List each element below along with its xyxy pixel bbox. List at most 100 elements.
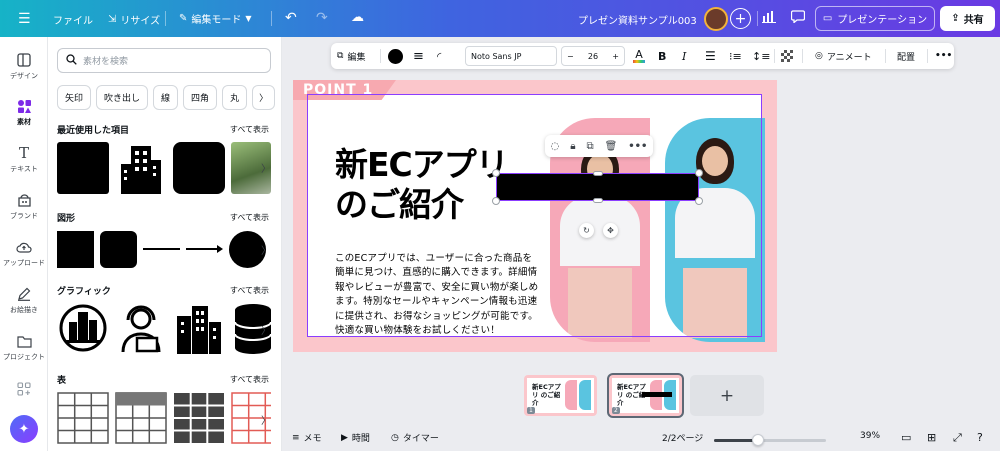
font-size-decrease[interactable]: − <box>567 52 574 61</box>
font-size-value[interactable]: 26 <box>588 52 598 61</box>
table-template-dark[interactable] <box>173 392 225 444</box>
zoom-slider-knob[interactable] <box>752 434 764 446</box>
resize-handle-top[interactable] <box>593 171 603 176</box>
graphic-city-circle[interactable] <box>57 302 109 354</box>
document-title[interactable]: プレゼン資料サンプル003 <box>578 12 697 27</box>
transparency-icon[interactable] <box>781 43 793 69</box>
animate-button[interactable]: ◎ アニメート <box>815 43 872 69</box>
notes-view-icon[interactable]: ▭ <box>901 431 911 444</box>
resize-menu[interactable]: ⇲ リサイズ <box>108 12 160 27</box>
undo-icon[interactable]: ↶ <box>285 10 297 26</box>
chip-square[interactable]: 四角 <box>183 85 218 110</box>
search-input[interactable]: 素材を検索 <box>57 48 271 73</box>
layout-icon <box>15 52 33 68</box>
chip-speech-bubble[interactable]: 吹き出し <box>96 85 149 110</box>
rail-item-draw[interactable]: お絵描き <box>0 286 48 315</box>
redo-icon[interactable]: ↷ <box>316 10 328 26</box>
bold-icon[interactable]: B <box>658 43 666 69</box>
recent-item-square[interactable] <box>57 142 109 194</box>
rail-item-design[interactable]: デザイン <box>0 52 48 81</box>
section-title-shapes: 図形 <box>57 214 76 224</box>
shape-square[interactable] <box>57 230 94 268</box>
add-page-button[interactable]: + <box>690 375 764 416</box>
rail-item-upload[interactable]: アップロード <box>0 239 48 268</box>
chevron-right-icon[interactable]: 〉 <box>261 160 271 175</box>
zoom-slider[interactable] <box>714 434 826 446</box>
shape-line[interactable] <box>143 248 180 250</box>
more-icon[interactable]: ••• <box>628 141 647 152</box>
comment-icon[interactable] <box>791 10 805 23</box>
trash-icon[interactable]: 🗑︎ <box>605 141 618 152</box>
rail-item-projects[interactable]: プロジェクト <box>0 333 48 362</box>
shape-rounded-square[interactable] <box>100 230 137 268</box>
help-icon[interactable]: ? <box>977 431 983 444</box>
grid-view-icon[interactable]: ⊞ <box>927 431 936 444</box>
border-style-icon[interactable]: ≡ <box>413 43 424 69</box>
line-spacing-icon[interactable]: ↕≡ <box>752 43 770 69</box>
graphic-headset-person[interactable] <box>115 302 167 354</box>
edit-mode-dropdown[interactable]: ✎ 編集モード ▼ <box>179 11 252 26</box>
lock-icon[interactable]: 🔒︎ <box>570 141 575 152</box>
corner-rounding-icon[interactable]: ◜ <box>437 43 441 69</box>
rail-item-elements[interactable]: 素材 <box>0 98 48 127</box>
table-template-header[interactable] <box>115 392 167 444</box>
see-all-shapes[interactable]: すべて表示 <box>230 212 269 223</box>
edit-button[interactable]: ⧉ 編集 <box>337 43 365 69</box>
chevron-right-icon[interactable]: 〉 <box>261 242 271 257</box>
avatar[interactable] <box>704 7 728 31</box>
text-align-center-icon[interactable]: ☰ <box>705 43 716 69</box>
comment-add-icon[interactable]: ◌ <box>550 141 559 152</box>
italic-icon[interactable]: I <box>682 43 686 69</box>
rail-item-brand[interactable]: ブランド <box>0 192 48 221</box>
page-thumbnail-1[interactable]: 新ECアプリ のご紹介 1 <box>524 375 597 416</box>
rotate-icon[interactable]: ↻ <box>579 223 594 238</box>
animate-label: アニメート <box>826 52 872 63</box>
resize-handle-bl[interactable] <box>492 197 500 205</box>
shape-arrow-line[interactable] <box>186 244 223 254</box>
chip-line[interactable]: 線 <box>153 85 179 110</box>
duplicate-icon[interactable]: ⧉ <box>586 141 593 152</box>
rail-item-text[interactable]: T テキスト <box>0 144 48 174</box>
time-button[interactable]: ▶ 時間 <box>341 431 370 445</box>
graphic-buildings[interactable] <box>173 302 225 354</box>
chip-more[interactable]: 〉 <box>252 85 276 110</box>
chevron-right-icon[interactable]: 〉 <box>261 412 271 427</box>
page-thumbnail-2[interactable]: 新ECアプリ のご紹介 2 <box>609 375 682 416</box>
recent-item-rounded-square[interactable] <box>173 142 225 194</box>
see-all-tables[interactable]: すべて表示 <box>230 374 269 385</box>
position-button[interactable]: 配置 <box>897 43 915 69</box>
cloud-saved-icon[interactable]: ☁ <box>351 10 364 25</box>
share-button[interactable]: ⇪ 共有 <box>940 6 995 31</box>
font-family-select[interactable]: Noto Sans JP <box>465 46 557 66</box>
timer-button[interactable]: ◷ タイマー <box>391 431 439 445</box>
more-options-icon[interactable]: ••• <box>935 43 952 69</box>
see-all-recent[interactable]: すべて表示 <box>230 124 269 135</box>
text-color-icon[interactable]: A <box>633 43 645 69</box>
font-size-increase[interactable]: + <box>612 52 619 61</box>
zoom-value[interactable]: 39% <box>860 431 880 441</box>
resize-handle-tl[interactable] <box>492 169 500 177</box>
chevron-right-icon[interactable]: 〉 <box>261 322 271 337</box>
analytics-icon[interactable] <box>762 10 776 23</box>
see-all-graphics[interactable]: すべて表示 <box>230 285 269 296</box>
notes-button[interactable]: ≡ メモ <box>292 431 322 445</box>
present-button[interactable]: ▭ プレゼンテーション <box>815 6 935 31</box>
page-indicator[interactable]: 2/2ページ <box>662 431 703 444</box>
file-menu[interactable]: ファイル <box>53 12 93 27</box>
hamburger-icon[interactable]: ☰ <box>18 11 31 27</box>
bullet-list-icon[interactable]: ⁝≡ <box>729 43 742 69</box>
add-collaborator-button[interactable]: + <box>730 8 751 29</box>
resize-handle-bottom[interactable] <box>593 198 603 203</box>
chip-circle[interactable]: 丸 <box>222 85 248 110</box>
fullscreen-icon[interactable]: ⤢ <box>953 431 962 445</box>
magic-sparkle-icon[interactable]: ✦ <box>10 415 38 443</box>
apps-icon[interactable] <box>0 381 48 397</box>
recent-item-building[interactable] <box>115 142 167 194</box>
chip-arrow[interactable]: 矢印 <box>57 85 92 110</box>
resize-handle-br[interactable] <box>695 197 703 205</box>
resize-handle-tr[interactable] <box>695 169 703 177</box>
selected-black-rectangle[interactable] <box>496 173 699 201</box>
table-template-plain[interactable] <box>57 392 109 444</box>
move-icon[interactable]: ✥ <box>603 223 618 238</box>
fill-color-swatch[interactable] <box>388 43 403 69</box>
